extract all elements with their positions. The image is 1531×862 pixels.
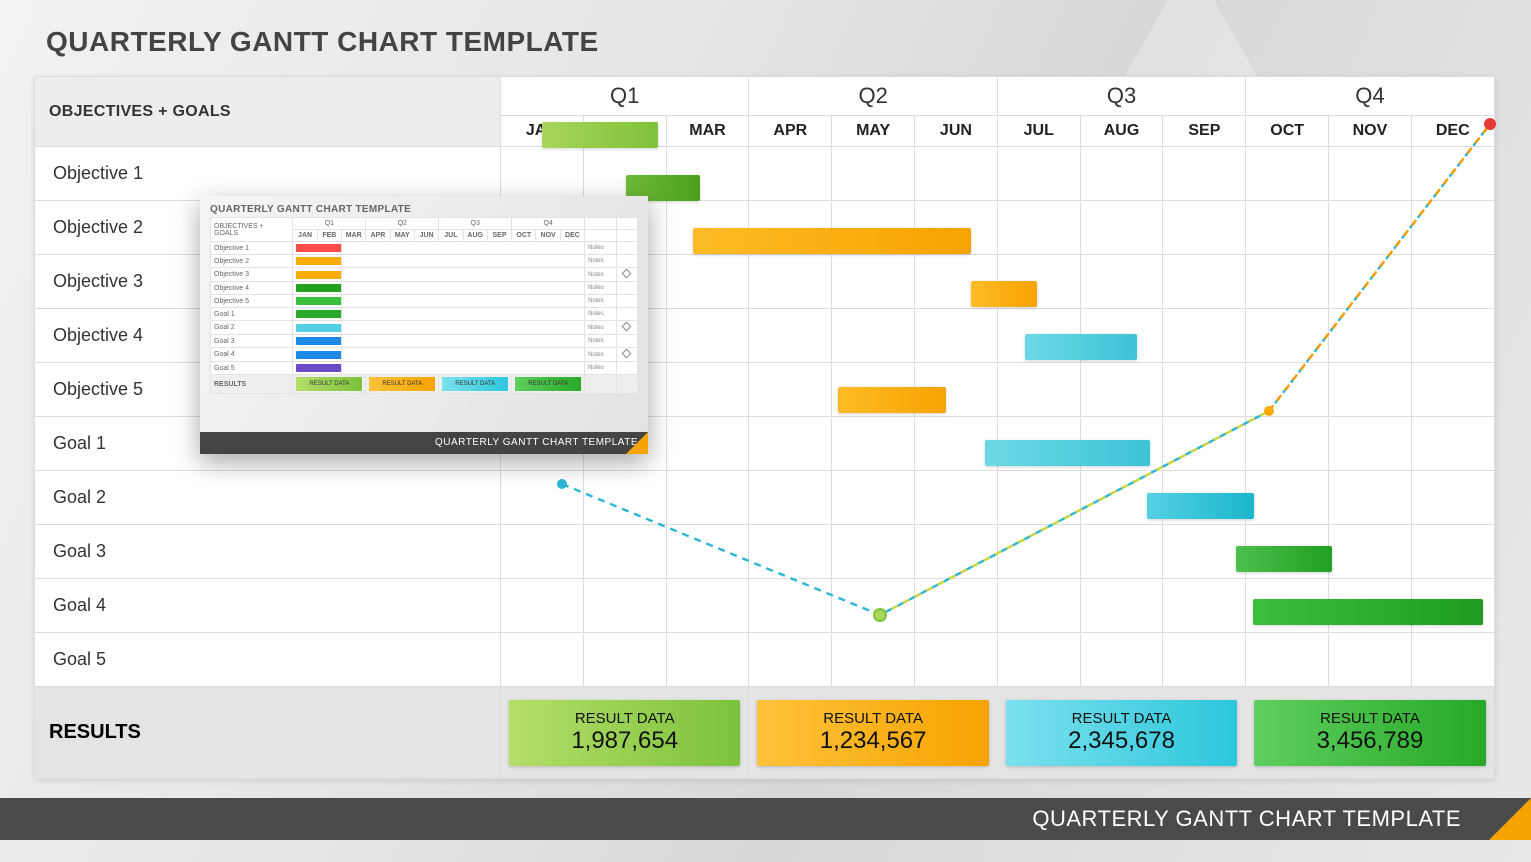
- thumb-title: QUARTERLY GANTT CHART TEMPLATE: [200, 196, 648, 217]
- month-header: DEC: [1411, 116, 1494, 147]
- result-value: 2,345,678: [1068, 727, 1175, 755]
- result-title: RESULT DATA: [575, 710, 675, 727]
- month-header: AUG: [1080, 116, 1163, 147]
- row-label: Objective 1: [35, 147, 501, 201]
- objectives-header: OBJECTIVES + GOALS: [35, 77, 501, 147]
- month-header: SEP: [1163, 116, 1246, 147]
- month-header: FEB: [583, 116, 666, 147]
- month-header: APR: [749, 116, 832, 147]
- result-box-q2: RESULT DATA1,234,567: [757, 700, 988, 766]
- result-value: 1,987,654: [571, 727, 678, 755]
- result-title: RESULT DATA: [1320, 710, 1420, 727]
- results-label: RESULTS: [35, 687, 501, 779]
- quarter-header: Q2: [749, 77, 997, 116]
- result-title: RESULT DATA: [1072, 710, 1172, 727]
- results-row: RESULTS RESULT DATA1,987,654 RESULT DATA…: [35, 687, 1495, 779]
- row-label: Goal 3: [35, 525, 501, 579]
- row-label: Goal 5: [35, 633, 501, 687]
- quarter-header: Q3: [997, 77, 1245, 116]
- month-header: MAY: [832, 116, 915, 147]
- row-label: Goal 2: [35, 471, 501, 525]
- month-header: NOV: [1329, 116, 1412, 147]
- page-title: QUARTERLY GANTT CHART TEMPLATE: [34, 20, 1494, 76]
- thumb-footer: QUARTERLY GANTT CHART TEMPLATE: [200, 432, 648, 454]
- month-header: JUN: [915, 116, 998, 147]
- result-value: 1,234,567: [820, 727, 927, 755]
- month-header: JUL: [997, 116, 1080, 147]
- result-title: RESULT DATA: [823, 710, 923, 727]
- result-box-q4: RESULT DATA3,456,789: [1254, 700, 1485, 766]
- thumb-objectives-header: OBJECTIVES + GOALS: [211, 218, 293, 242]
- result-box-q1: RESULT DATA1,987,654: [509, 700, 740, 766]
- quarter-header: Q1: [501, 77, 749, 116]
- month-header: OCT: [1246, 116, 1329, 147]
- page-footer: QUARTERLY GANTT CHART TEMPLATE: [0, 798, 1531, 840]
- month-header: MAR: [666, 116, 749, 147]
- quarter-header: Q4: [1246, 77, 1494, 116]
- thumbnail-preview: QUARTERLY GANTT CHART TEMPLATE OBJECTIVE…: [200, 196, 648, 454]
- month-header: JAN: [501, 116, 584, 147]
- result-value: 3,456,789: [1317, 727, 1424, 755]
- row-label: Goal 4: [35, 579, 501, 633]
- result-box-q3: RESULT DATA2,345,678: [1006, 700, 1237, 766]
- quarter-header-row: OBJECTIVES + GOALS Q1 Q2 Q3 Q4: [35, 77, 1495, 116]
